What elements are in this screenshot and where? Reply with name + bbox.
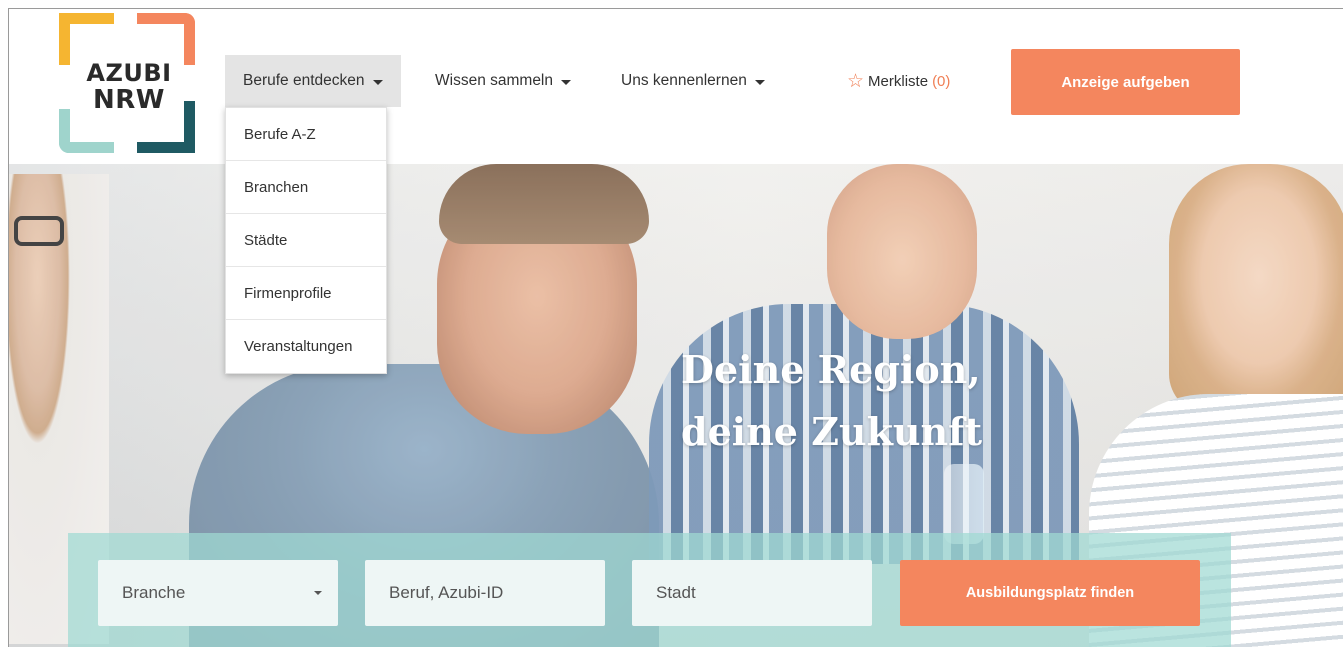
chevron-down-icon <box>314 591 322 595</box>
logo-bar-yellow-v <box>59 13 70 65</box>
find-apprenticeship-button[interactable]: Ausbildungsplatz finden <box>900 560 1200 626</box>
hero-headline-line1: Deine Region, <box>681 347 981 392</box>
logo-text-azubi: AZUBI <box>86 59 172 87</box>
dropdown-item-veranstaltungen[interactable]: Veranstaltungen <box>226 320 386 373</box>
berufe-dropdown-menu: Berufe A-Z Branchen Städte Firmenprofile… <box>225 107 387 374</box>
branche-select[interactable]: Branche <box>98 560 338 626</box>
logo-bar-dark-h <box>137 142 195 153</box>
dropdown-item-firmenprofile[interactable]: Firmenprofile <box>226 267 386 320</box>
logo-text-nrw: NRW <box>93 85 165 115</box>
hero-headline: Deine Region, deine Zukunft <box>681 339 982 463</box>
star-icon: ☆ <box>847 70 865 92</box>
nav-wissen-sammeln[interactable]: Wissen sammeln <box>417 55 589 107</box>
chevron-down-icon <box>372 80 383 85</box>
branche-select-value: Branche <box>122 583 186 602</box>
dropdown-item-berufe-a-z[interactable]: Berufe A-Z <box>226 108 386 161</box>
hero-headline-line2: deine Zukunft <box>681 409 983 454</box>
nav-berufe-entdecken-label: Berufe entdecken <box>243 72 365 89</box>
beruf-input-placeholder: Beruf, Azubi-ID <box>389 583 504 602</box>
anzeige-aufgeben-button[interactable]: Anzeige aufgeben <box>1011 49 1240 115</box>
nav-berufe-entdecken[interactable]: Berufe entdecken <box>225 55 401 107</box>
logo-bar-teal-h <box>59 142 114 153</box>
nav-uns-kennenlernen[interactable]: Uns kennenlernen <box>603 55 783 107</box>
stadt-input-placeholder: Stadt <box>656 583 696 602</box>
chevron-down-icon <box>561 80 571 85</box>
merkliste-count: (0) <box>932 72 951 90</box>
chevron-down-icon <box>754 80 765 85</box>
dropdown-item-branchen[interactable]: Branchen <box>226 161 386 214</box>
azubi-nrw-logo[interactable]: AZUBI NRW <box>59 13 199 153</box>
logo-bar-orange-v <box>184 13 195 65</box>
stadt-input[interactable]: Stadt <box>632 560 872 626</box>
merkliste-label: Merkliste <box>868 72 929 90</box>
dropdown-item-staedte[interactable]: Städte <box>226 214 386 267</box>
site-header: AZUBI NRW Berufe entdecken Wissen sammel… <box>9 9 1343 164</box>
nav-wissen-sammeln-label: Wissen sammeln <box>435 72 553 89</box>
merkliste-link[interactable]: ☆ Merkliste (0) <box>847 55 950 107</box>
page-frame: Deine Region, deine Zukunft Branche Beru… <box>8 8 1343 647</box>
nav-uns-kennenlernen-label: Uns kennenlernen <box>621 72 747 89</box>
beruf-input[interactable]: Beruf, Azubi-ID <box>365 560 605 626</box>
